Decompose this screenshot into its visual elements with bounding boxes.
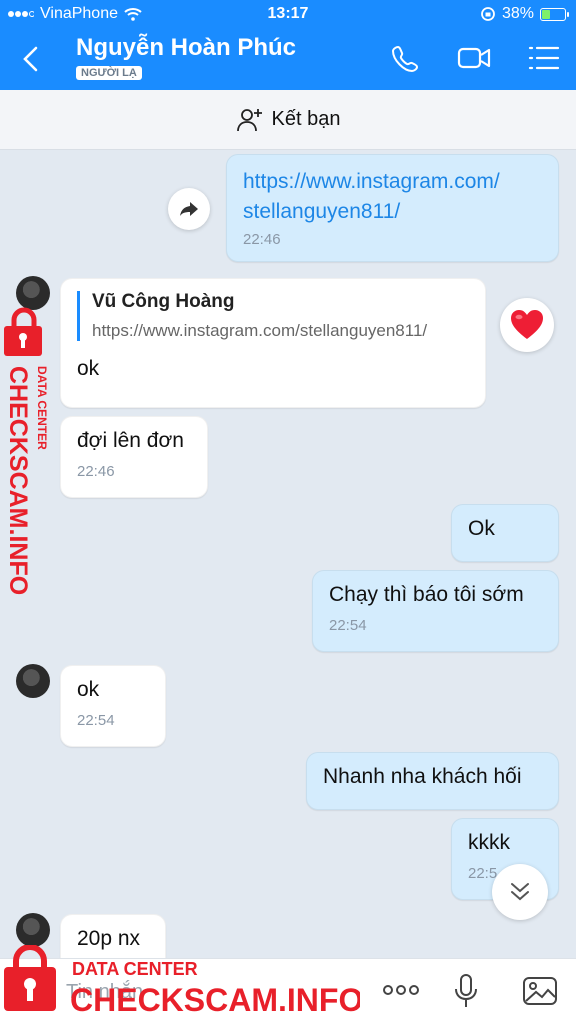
battery-icon [540, 7, 569, 21]
message-time: 22:54 [329, 617, 367, 634]
avatar[interactable] [16, 913, 50, 947]
avatar[interactable] [16, 664, 50, 698]
image-icon[interactable] [522, 973, 558, 1007]
forward-button[interactable] [168, 188, 210, 230]
chat-header: Nguyễn Hoàn Phúc NGƯỜI LẠ [0, 28, 576, 90]
battery-percent: 38% [501, 5, 534, 22]
heart-icon [511, 310, 543, 339]
reaction-button[interactable] [500, 298, 554, 352]
forward-icon [180, 202, 198, 216]
message-text: kkkk [468, 831, 510, 854]
chevron-down-icon [511, 883, 529, 901]
video-call-icon[interactable] [456, 40, 492, 76]
message-time: 22:46 [77, 463, 115, 480]
message-bubble[interactable]: Ok [451, 504, 559, 562]
more-options-icon[interactable] [382, 983, 420, 997]
message-bubble-quote[interactable]: Vũ Công Hoàng https://www.instagram.com/… [60, 278, 486, 408]
watermark-logo: DATA CENTER CHECKSCAM.INFO [4, 945, 360, 1018]
stranger-tag: NGƯỜI LẠ [76, 66, 142, 80]
add-friend-bar[interactable]: Kết bạn [0, 90, 576, 150]
avatar[interactable] [16, 276, 50, 310]
status-bar: VinaPhone 13:17 38% [0, 0, 576, 28]
message-bubble[interactable]: Nhanh nha khách hối [306, 752, 559, 810]
watermark-logo: CHECKSCAM.INFO DATA CENTER [4, 307, 49, 595]
message-bubble[interactable]: Chạy thì báo tôi sớm 22:54 [312, 570, 559, 652]
orientation-lock-icon [481, 7, 495, 21]
message-time: 22:46 [243, 231, 281, 248]
quoted-text: https://www.instagram.com/stellanguyen81… [92, 321, 428, 340]
phone-icon[interactable] [388, 40, 424, 76]
menu-icon[interactable] [526, 40, 562, 76]
svg-text:DATA CENTER: DATA CENTER [72, 959, 198, 979]
message-text: Chạy thì báo tôi sớm [329, 583, 524, 606]
svg-text:DATA CENTER: DATA CENTER [35, 366, 49, 450]
add-friend-icon [236, 108, 262, 131]
message-bubble-link[interactable]: https://www.instagram.com/ stellanguyen8… [226, 154, 559, 262]
message-bubble[interactable]: ok 22:54 [60, 665, 166, 747]
message-text: Nhanh nha khách hối [323, 765, 522, 788]
scroll-down-button[interactable] [492, 864, 548, 920]
contact-name[interactable]: Nguyễn Hoàn Phúc [76, 34, 296, 62]
quoted-sender: Vũ Công Hoàng [92, 291, 235, 312]
message-link-line-1[interactable]: https://www.instagram.com/ [243, 167, 542, 197]
back-arrow-icon[interactable] [16, 42, 46, 76]
message-text: đợi lên đơn [77, 429, 184, 452]
microphone-icon[interactable] [454, 973, 478, 1009]
message-text: ok [77, 678, 100, 701]
message-bubble[interactable]: đợi lên đơn 22:46 [60, 416, 208, 498]
svg-text:CHECKSCAM.INFO: CHECKSCAM.INFO [4, 366, 32, 595]
add-friend-label: Kết bạn [271, 108, 341, 130]
svg-text:CHECKSCAM.INFO: CHECKSCAM.INFO [70, 982, 360, 1018]
message-link-line-2[interactable]: stellanguyen811/ [243, 197, 542, 227]
message-time: 22:54 [77, 712, 115, 729]
message-text: ok [77, 357, 100, 380]
quoted-message[interactable]: Vũ Công Hoàng https://www.instagram.com/… [77, 291, 469, 341]
message-text: Ok [468, 517, 495, 540]
